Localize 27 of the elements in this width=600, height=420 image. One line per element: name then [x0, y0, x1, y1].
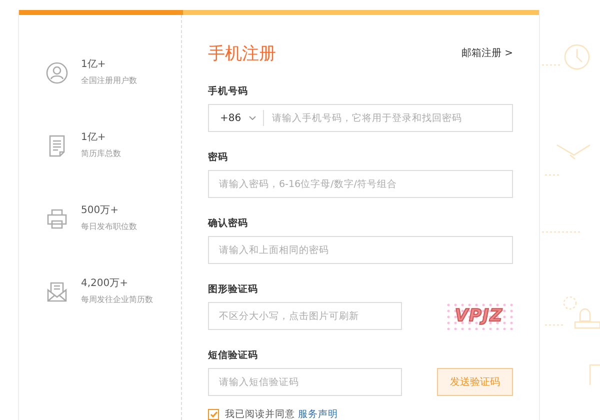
stat-value: 1亿+ — [81, 58, 107, 72]
agreement-checkbox[interactable] — [208, 409, 219, 420]
field-label: 密码 — [208, 151, 229, 164]
form-title: 手机注册 — [208, 42, 276, 64]
user-icon — [46, 62, 68, 84]
stat-label: 简历库总数 — [81, 148, 121, 159]
phone-input-field[interactable]: +86 请输入手机号码，它将用于登录和找回密码 — [208, 104, 513, 132]
stat-label: 每周发往企业简历数 — [81, 294, 153, 305]
stat-value: 4,200万+ — [81, 277, 130, 291]
text-input-field[interactable]: 请输入短信验证码 — [208, 368, 402, 396]
text-input-field[interactable]: 请输入和上面相同的密码 — [208, 236, 513, 264]
field-label: 短信验证码 — [208, 349, 259, 362]
envelope-icon — [46, 281, 68, 303]
field-label: 手机号码 — [208, 85, 249, 98]
email-register-link[interactable]: 邮箱注册 > — [461, 46, 513, 60]
stat-label: 每日发布职位数 — [81, 221, 137, 232]
service-terms-link[interactable]: 服务声明 — [298, 409, 338, 420]
stat-label: 全国注册用户数 — [81, 75, 137, 86]
text-input-field[interactable]: 请输入密码，6-16位字母/数字/符号组合 — [208, 170, 513, 198]
text-input-field[interactable]: 不区分大小写，点击图片可刷新 — [208, 302, 402, 330]
stat-value: 500万+ — [81, 204, 120, 218]
field-label: 图形验证码 — [208, 283, 259, 296]
stat-value: 1亿+ — [81, 131, 107, 145]
agreement-text: 我已阅读并同意 服务声明 — [225, 408, 338, 420]
field-label: 确认密码 — [208, 217, 249, 230]
chevron-down-icon — [249, 116, 256, 120]
printer-icon — [46, 208, 68, 230]
